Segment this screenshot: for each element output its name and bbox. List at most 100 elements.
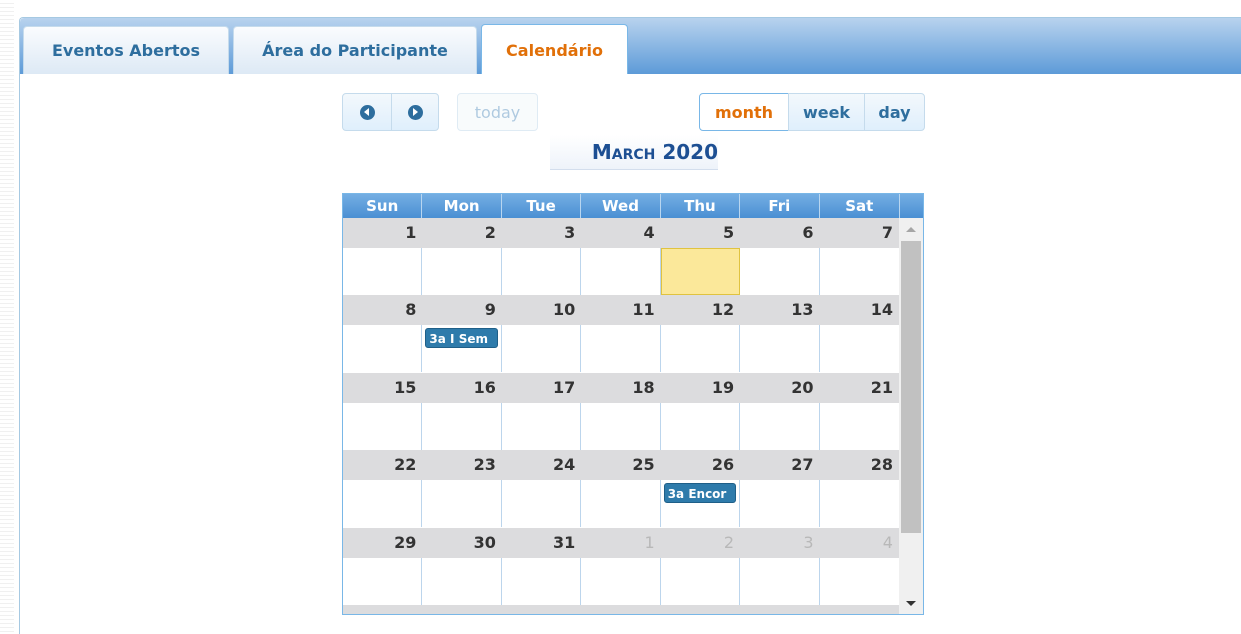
calendar-event[interactable]: 3a I Sem [425, 328, 498, 349]
day-number[interactable]: 1 [343, 218, 422, 248]
day-cell[interactable] [502, 248, 582, 295]
day-cell[interactable] [502, 557, 582, 605]
day-number[interactable]: 3 [740, 528, 819, 558]
day-number[interactable]: 4 [581, 218, 660, 248]
day-cell[interactable] [343, 248, 423, 295]
day-number[interactable]: 8 [343, 295, 422, 325]
day-cells-row [343, 402, 899, 450]
tab-eventos-abertos[interactable]: Eventos Abertos [23, 26, 229, 74]
day-number[interactable]: 17 [502, 373, 581, 403]
day-number[interactable]: 2 [422, 218, 501, 248]
day-cell[interactable] [661, 325, 741, 373]
day-number[interactable]: 6 [740, 218, 819, 248]
day-cell[interactable] [740, 325, 820, 373]
day-number[interactable]: 5 [661, 218, 740, 248]
day-number[interactable]: 14 [820, 295, 899, 325]
scroll-down-arrow-icon[interactable] [899, 592, 923, 614]
day-cell[interactable] [820, 558, 899, 605]
day-cells-row [343, 248, 899, 295]
view-month-button[interactable]: month [699, 93, 789, 131]
day-cell[interactable] [581, 480, 661, 528]
day-cell[interactable] [343, 325, 423, 373]
scrollbar[interactable] [899, 218, 923, 614]
day-number[interactable]: 3 [502, 218, 581, 248]
day-cell[interactable] [502, 325, 582, 373]
day-cell[interactable] [740, 557, 820, 605]
day-cell[interactable] [581, 248, 661, 295]
day-cell[interactable] [422, 480, 502, 528]
day-number[interactable]: 21 [820, 373, 899, 403]
circle-triangle-left-icon [359, 104, 375, 120]
day-number[interactable]: 18 [581, 373, 660, 403]
day-cell[interactable] [343, 480, 423, 528]
day-cell[interactable] [502, 402, 582, 450]
tab-header: Eventos Abertos Área do Participante Cal… [20, 18, 1241, 75]
day-number[interactable]: 28 [820, 450, 899, 480]
scroll-thumb[interactable] [901, 241, 921, 533]
day-cell[interactable] [502, 480, 582, 528]
day-number[interactable]: 16 [422, 373, 501, 403]
calendar-event[interactable]: 3a Encor [663, 483, 737, 504]
day-number[interactable]: 26 [661, 450, 740, 480]
day-cell[interactable] [820, 248, 899, 295]
day-cell[interactable] [820, 403, 899, 450]
day-header: Tue [502, 194, 582, 218]
scroll-up-arrow-icon[interactable] [899, 218, 923, 240]
day-number[interactable]: 31 [502, 528, 581, 558]
day-number[interactable]: 19 [661, 373, 740, 403]
day-cell[interactable] [581, 557, 661, 605]
day-number[interactable]: 22 [343, 450, 422, 480]
grid-bottom-bar [343, 605, 899, 614]
day-number[interactable]: 2 [661, 528, 740, 558]
day-number-row: 15 16 17 18 19 20 21 [343, 372, 899, 403]
tab-area-do-participante[interactable]: Área do Participante [233, 26, 477, 74]
view-week-button[interactable]: week [788, 93, 865, 131]
day-cell[interactable] [820, 480, 899, 527]
day-cell[interactable] [581, 325, 661, 373]
day-number[interactable]: 27 [740, 450, 819, 480]
day-number[interactable]: 25 [581, 450, 660, 480]
day-number-row: 8 9 10 11 12 13 14 [343, 295, 899, 326]
day-number[interactable]: 12 [661, 295, 740, 325]
day-cell[interactable] [343, 402, 423, 450]
day-header: Mon [422, 194, 502, 218]
day-number[interactable]: 13 [740, 295, 819, 325]
next-button[interactable] [391, 93, 439, 131]
tab-label: Calendário [506, 40, 603, 60]
tab-calendario[interactable]: Calendário [481, 24, 628, 75]
day-number[interactable]: 23 [422, 450, 501, 480]
day-number[interactable]: 9 [422, 295, 501, 325]
today-button[interactable]: today [457, 93, 538, 131]
week-row: 1234567 [343, 218, 899, 295]
tab-label: Área do Participante [262, 41, 448, 60]
day-number[interactable]: 30 [422, 528, 501, 558]
day-number[interactable]: 29 [343, 528, 422, 558]
calendar-title-box: March 2020 [550, 135, 718, 170]
day-cell[interactable] [343, 557, 423, 605]
day-cell-today[interactable] [660, 248, 741, 295]
day-number[interactable]: 1 [581, 528, 660, 558]
day-cell[interactable] [661, 402, 741, 450]
day-cell[interactable] [820, 325, 899, 372]
day-cells-row [343, 480, 899, 528]
day-cell[interactable] [422, 557, 502, 605]
day-number[interactable]: 24 [502, 450, 581, 480]
day-number[interactable]: 7 [820, 218, 899, 248]
day-cell[interactable] [581, 402, 661, 450]
day-cell[interactable] [740, 248, 820, 295]
day-cell[interactable] [422, 248, 502, 295]
day-number[interactable]: 15 [343, 373, 422, 403]
day-number[interactable]: 4 [820, 528, 899, 558]
view-day-button[interactable]: day [864, 93, 925, 131]
day-number[interactable]: 20 [740, 373, 819, 403]
day-cell[interactable] [661, 557, 741, 605]
prev-button[interactable] [342, 93, 392, 131]
tab-label: Eventos Abertos [51, 41, 201, 60]
day-number[interactable]: 10 [502, 295, 581, 325]
day-header: Sat [845, 197, 874, 215]
day-cell[interactable] [740, 402, 820, 450]
day-cell[interactable] [422, 402, 502, 450]
day-header: Fri [740, 194, 820, 218]
day-cell[interactable] [740, 480, 820, 528]
day-number[interactable]: 11 [581, 295, 660, 325]
